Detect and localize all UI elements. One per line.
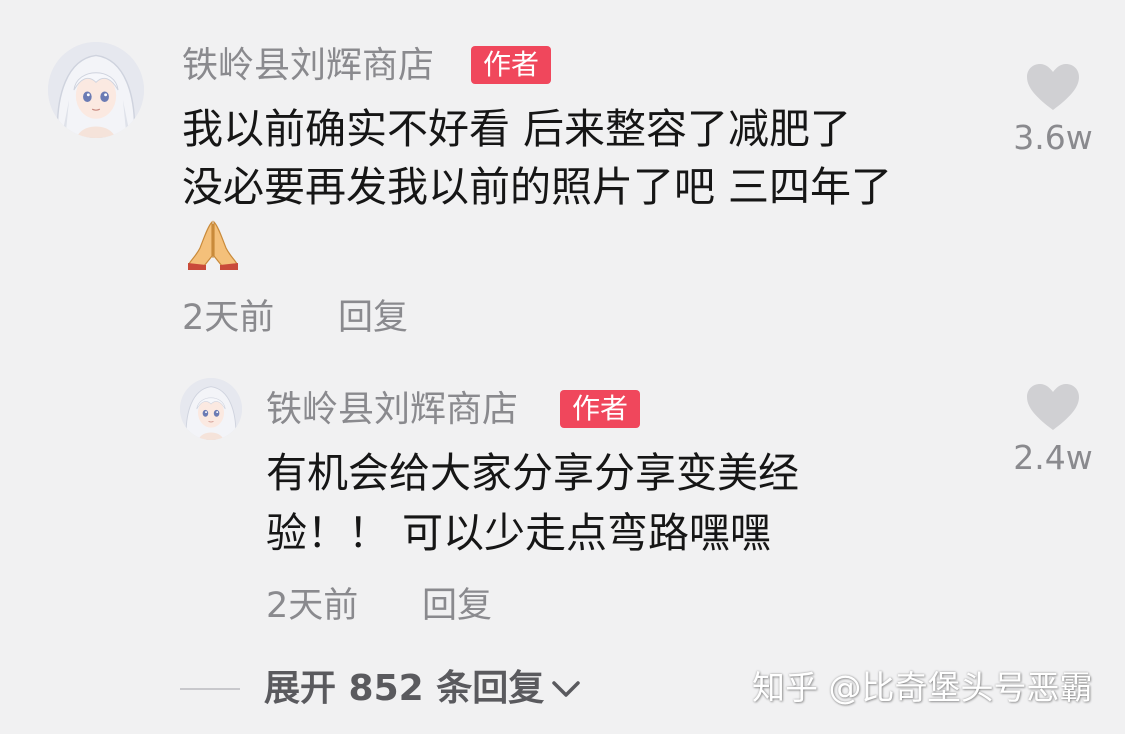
author-badge: 作者 [560,390,641,428]
comment-time: 2天前 [266,586,359,626]
anime-avatar-icon [48,42,144,138]
username[interactable]: 铁岭县刘辉商店 [182,46,434,86]
divider [180,688,240,690]
avatar[interactable] [48,42,144,138]
like-button[interactable]: 3.6w [1008,62,1098,158]
reply-button[interactable]: 回复 [338,298,408,338]
chevron-down-icon [552,681,580,697]
comment-screen: 铁岭县刘辉商店 作者 我以前确实不好看 后来整容了减肥了 没必要再发我以前的照片… [0,0,1125,734]
comment-text-line: 我以前确实不好看 后来整容了减肥了 [182,105,852,153]
heart-icon [1027,64,1079,110]
like-count: 3.6w [1013,118,1093,157]
like-count: 2.4w [1013,438,1093,477]
avatar[interactable] [180,378,242,440]
like-button[interactable]: 2.4w [1008,382,1098,478]
heart-icon [1027,384,1079,430]
comment-time: 2天前 [182,298,275,338]
author-badge: 作者 [471,46,552,84]
watermark: 知乎 @比奇堡头号恶霸 [752,668,1093,707]
reply-button[interactable]: 回复 [422,586,492,626]
comment-text-line: 没必要再发我以前的照片了吧 三四年了 [182,163,893,211]
anime-avatar-icon [180,378,242,440]
expand-replies-label: 展开 852 条回复 [264,668,545,709]
comment-text-line: 有机会给大家分享分享变美经 [266,449,799,497]
username[interactable]: 铁岭县刘辉商店 [266,390,518,430]
comment-text-line: 验！！ 可以少走点弯路嘿嘿 [266,509,772,557]
folded-hands-icon [186,218,240,272]
